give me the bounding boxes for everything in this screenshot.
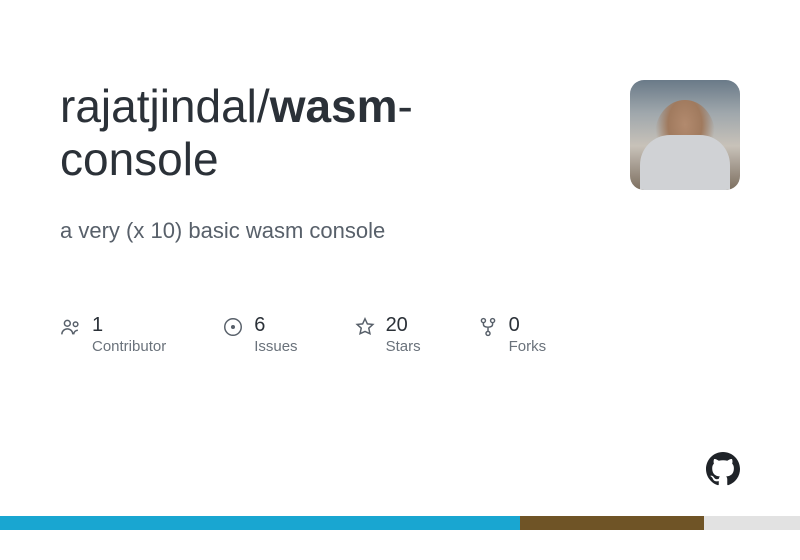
repo-name-bold: wasm (270, 80, 398, 132)
language-bar (0, 516, 800, 530)
repo-title[interactable]: rajatjindal/wasm- console (60, 80, 560, 186)
avatar[interactable] (630, 80, 740, 190)
stat-forks[interactable]: 0 Forks (477, 314, 547, 355)
contributors-count: 1 (92, 314, 166, 336)
stat-stars[interactable]: 20 Stars (354, 314, 421, 355)
issues-label: Issues (254, 338, 297, 355)
stat-text: 0 Forks (509, 314, 547, 355)
repo-name-hyphen: - (398, 80, 413, 132)
stat-text: 20 Stars (386, 314, 421, 355)
repo-card: rajatjindal/wasm- console a very (x 10) b… (0, 0, 800, 355)
repo-name-rest: console (60, 133, 219, 185)
people-icon (60, 316, 82, 338)
stat-contributors[interactable]: 1 Contributor (60, 314, 166, 355)
stat-text: 6 Issues (254, 314, 297, 355)
language-segment (520, 516, 704, 530)
stars-count: 20 (386, 314, 421, 336)
language-segment (0, 516, 520, 530)
header-row: rajatjindal/wasm- console (60, 80, 740, 190)
forks-count: 0 (509, 314, 547, 336)
issues-count: 6 (254, 314, 297, 336)
repo-description: a very (x 10) basic wasm console (60, 218, 740, 244)
forks-label: Forks (509, 338, 547, 355)
star-icon (354, 316, 376, 338)
stars-label: Stars (386, 338, 421, 355)
language-segment (704, 516, 800, 530)
stat-issues[interactable]: 6 Issues (222, 314, 297, 355)
contributors-label: Contributor (92, 338, 166, 355)
github-icon[interactable] (706, 452, 740, 486)
fork-icon (477, 316, 499, 338)
stats-row: 1 Contributor 6 Issues 20 Stars (60, 314, 740, 355)
owner-name: rajatjindal (60, 80, 257, 132)
stat-text: 1 Contributor (92, 314, 166, 355)
issue-icon (222, 316, 244, 338)
slash: / (257, 80, 270, 132)
